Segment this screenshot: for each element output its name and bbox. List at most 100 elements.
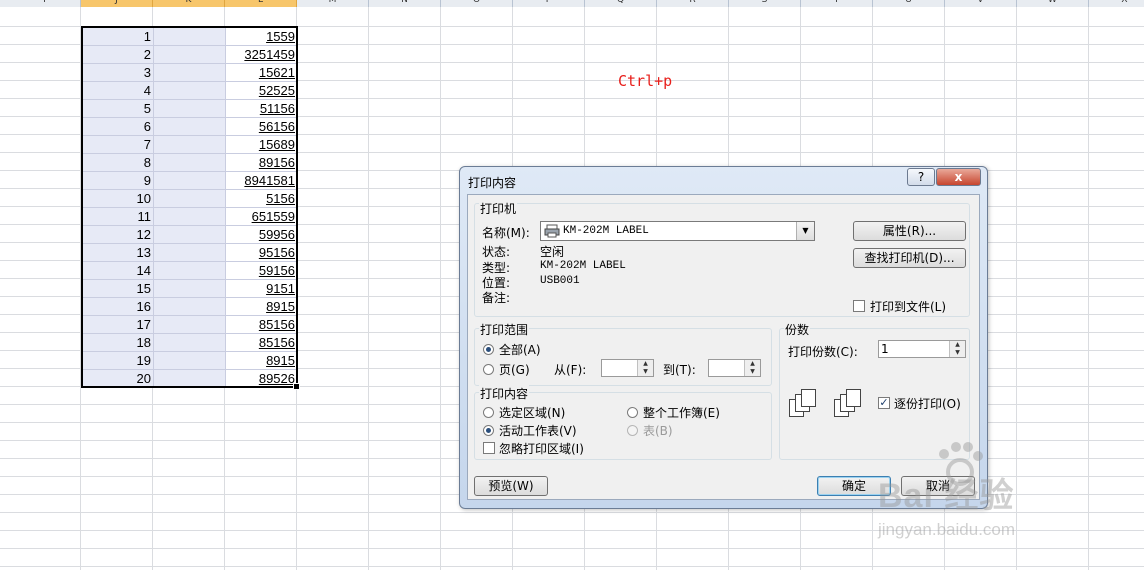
column-header-o[interactable]: O	[441, 0, 513, 7]
table-label: 表(B)	[643, 424, 673, 438]
print-what-title: 打印内容	[479, 385, 530, 402]
cell-l[interactable]: 51156	[227, 100, 295, 118]
cell-l[interactable]: 8915	[227, 352, 295, 370]
column-header-l[interactable]: L	[225, 0, 297, 7]
cell-l[interactable]: 651559	[227, 208, 295, 226]
cell-j[interactable]: 6	[83, 118, 151, 136]
fill-handle[interactable]	[293, 383, 300, 390]
printer-name-select[interactable]: KM-202M LABEL ▼	[540, 221, 815, 241]
cell-j[interactable]: 17	[83, 316, 151, 334]
cell-j[interactable]: 2	[83, 46, 151, 64]
spin-up-icon[interactable]: ▲	[949, 341, 965, 349]
cell-j[interactable]: 15	[83, 280, 151, 298]
active-sheet-radio[interactable]	[483, 425, 494, 436]
workbook-radio[interactable]	[627, 407, 638, 418]
cell-l[interactable]: 15621	[227, 64, 295, 82]
cell-j[interactable]: 11	[83, 208, 152, 226]
cell-j[interactable]: 12	[83, 226, 151, 244]
cell-j[interactable]: 3	[83, 64, 151, 82]
spin-down-icon[interactable]: ▼	[949, 349, 965, 357]
cell-l[interactable]: 85156	[227, 334, 295, 352]
column-header-t[interactable]: T	[801, 0, 873, 7]
column-header-x[interactable]: X	[1089, 0, 1144, 7]
cell-j[interactable]: 19	[83, 352, 151, 370]
print-to-file-label: 打印到文件(L)	[870, 300, 947, 314]
cell-l[interactable]: 56156	[227, 118, 295, 136]
cell-l[interactable]: 95156	[227, 244, 295, 262]
find-printer-button[interactable]: 查找打印机(D)...	[853, 248, 966, 268]
to-page-input[interactable]: ▲ ▼	[708, 359, 761, 377]
print-to-file-checkbox[interactable]	[853, 300, 865, 312]
cell-l[interactable]: 8941581	[227, 172, 295, 190]
ignore-print-area-checkbox[interactable]	[483, 442, 495, 454]
cell-l[interactable]: 15689	[227, 136, 295, 154]
cell-j[interactable]: 13	[83, 244, 151, 262]
to-label: 到(T):	[663, 363, 696, 377]
selected-range[interactable]: 1 1559 2 3251459 3 15621 4 52525 5 51156 6 56156 7 15…	[81, 26, 300, 390]
cell-j[interactable]: 8	[83, 154, 151, 172]
cell-l[interactable]: 8915	[227, 298, 295, 316]
workbook-label: 整个工作簿(E)	[643, 406, 720, 420]
spin-up-icon[interactable]: ▲	[637, 360, 653, 368]
shortcut-annotation: Ctrl+p	[618, 72, 673, 90]
column-header-row[interactable]: IJKLMNOPQRSTUVWX	[0, 0, 1144, 7]
cell-l[interactable]: 3251459	[227, 46, 295, 64]
table-radio	[627, 425, 638, 436]
column-header-w[interactable]: W	[1017, 0, 1089, 7]
from-page-input[interactable]: ▲ ▼	[601, 359, 654, 377]
column-header-q[interactable]: Q	[585, 0, 657, 7]
copies-input[interactable]: 1 ▲ ▼	[878, 340, 966, 358]
properties-button[interactable]: 属性(R)...	[853, 221, 966, 241]
grid-column-line	[440, 7, 441, 570]
range-pages-radio[interactable]	[483, 364, 494, 375]
column-header-n[interactable]: N	[369, 0, 441, 7]
column-header-v[interactable]: V	[945, 0, 1017, 7]
column-header-p[interactable]: P	[513, 0, 585, 7]
preview-button[interactable]: 预览(W)	[474, 476, 548, 496]
cell-l[interactable]: 52525	[227, 82, 295, 100]
ignore-print-area-label: 忽略打印区域(I)	[499, 442, 584, 456]
column-header-i[interactable]: I	[9, 0, 81, 7]
column-header-m[interactable]: M	[297, 0, 369, 7]
cell-l[interactable]: 85156	[227, 316, 295, 334]
spin-down-icon[interactable]: ▼	[744, 368, 760, 376]
watermark-url: jingyan.baidu.com	[878, 520, 1016, 539]
column-header-r[interactable]: R	[657, 0, 729, 7]
from-label: 从(F):	[554, 363, 587, 377]
cell-j[interactable]: 10	[83, 190, 151, 208]
selection-radio[interactable]	[483, 407, 494, 418]
cell-l[interactable]: 89526	[227, 370, 295, 388]
selection-label: 选定区域(N)	[499, 406, 566, 420]
column-header-s[interactable]: S	[729, 0, 801, 7]
cell-j[interactable]: 7	[83, 136, 151, 154]
cell-j[interactable]: 1	[83, 28, 151, 46]
printer-name-value: KM-202M LABEL	[563, 225, 649, 237]
cell-l[interactable]: 9151	[227, 280, 295, 298]
collate-checkbox[interactable]: ✓	[878, 397, 890, 409]
cell-l[interactable]: 5156	[227, 190, 295, 208]
range-all-radio[interactable]	[483, 344, 494, 355]
cell-l[interactable]: 59956	[227, 226, 295, 244]
cell-l[interactable]: 59156	[227, 262, 295, 280]
cell-l[interactable]: 1559	[227, 28, 295, 46]
cell-l[interactable]: 89156	[227, 154, 295, 172]
cell-j[interactable]: 5	[83, 100, 151, 118]
chevron-down-icon[interactable]: ▼	[796, 222, 814, 240]
cell-j[interactable]: 4	[83, 82, 151, 100]
cell-j[interactable]: 9	[83, 172, 151, 190]
help-button[interactable]: ?	[907, 168, 935, 186]
cell-j[interactable]: 14	[83, 262, 151, 280]
column-header-j[interactable]: J	[81, 0, 153, 7]
cell-j[interactable]: 18	[83, 334, 151, 352]
column-header-k[interactable]: K	[153, 0, 225, 7]
range-all-label: 全部(A)	[499, 343, 541, 357]
spin-up-icon[interactable]: ▲	[744, 360, 760, 368]
range-pages-label: 页(G)	[499, 363, 530, 377]
printer-group-title: 打印机	[479, 200, 518, 217]
copies-value[interactable]: 1	[881, 342, 889, 356]
cell-j[interactable]: 16	[83, 298, 151, 316]
spin-down-icon[interactable]: ▼	[637, 368, 653, 376]
close-button[interactable]: x	[936, 168, 981, 186]
column-header-u[interactable]: U	[873, 0, 945, 7]
cell-j[interactable]: 20	[83, 370, 151, 388]
